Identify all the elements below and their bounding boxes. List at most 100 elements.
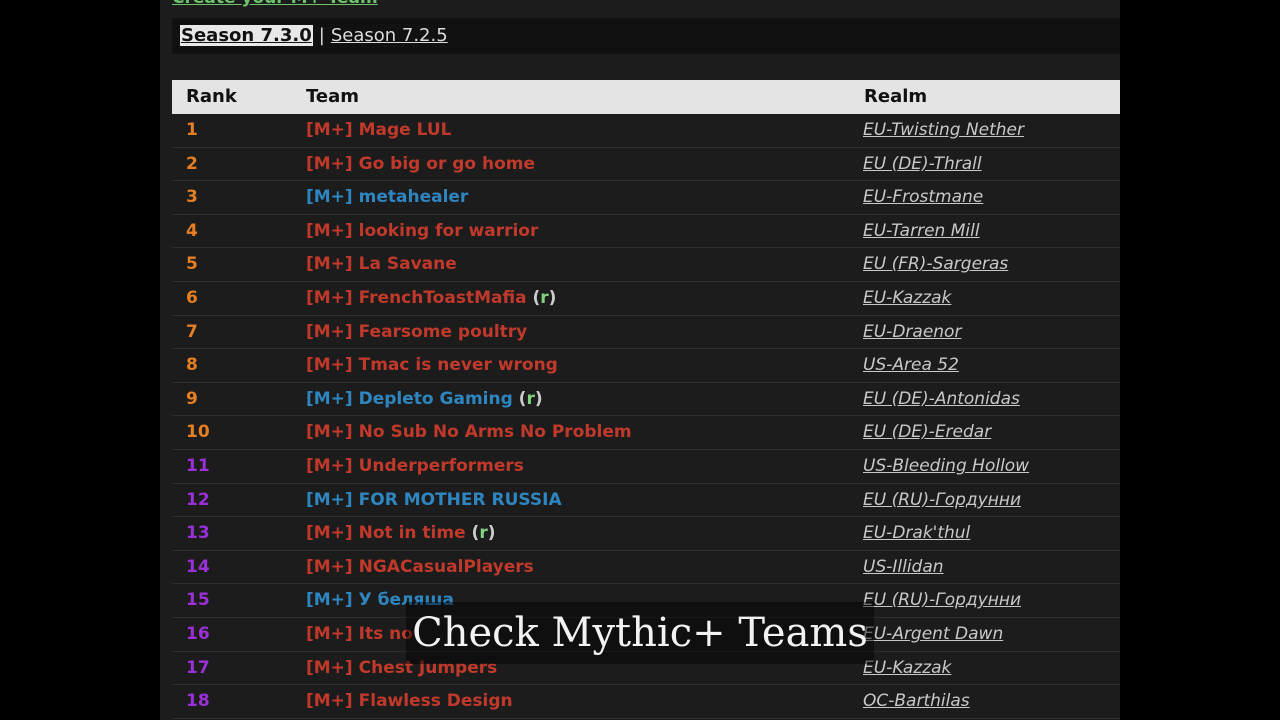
realm-link[interactable]: EU-Draenor (863, 316, 961, 349)
table-row: 7 [M+] Fearsome poultry EU-Draenor (172, 316, 1120, 350)
team-prefix: [M+] (306, 455, 353, 476)
recruiting-tag: (r) (465, 523, 496, 544)
table-row: 2 [M+] Go big or go home EU (DE)-Thrall (172, 148, 1120, 182)
team-link[interactable]: [M+] Mage LUL (306, 114, 452, 147)
team-link[interactable]: [M+] No Sub No Arms No Problem (306, 416, 632, 449)
team-name: Fearsome poultry (358, 321, 528, 342)
rank-cell: 16 (186, 623, 210, 644)
rank-cell: 12 (186, 489, 210, 510)
team-name: Depleto Gaming (358, 388, 513, 409)
team-name: FOR MOTHER RUSSIA (358, 489, 562, 510)
table-row: 12 [M+] FOR MOTHER RUSSIA EU (RU)-Гордунни (172, 484, 1120, 518)
team-link[interactable]: [M+] FOR MOTHER RUSSIA (306, 484, 562, 517)
rank-cell: 18 (186, 691, 210, 712)
team-name: La Savane (358, 254, 457, 275)
table-row: 13 [M+] Not in time (r) EU-Drak'thul (172, 517, 1120, 551)
rank-cell: 9 (186, 388, 198, 409)
team-name: No Sub No Arms No Problem (358, 422, 632, 443)
realm-link[interactable]: EU-Kazzak (863, 652, 951, 685)
team-prefix: [M+] (306, 355, 353, 376)
rank-cell: 10 (186, 422, 210, 443)
create-team-link[interactable]: Create your M+ Team (172, 0, 378, 8)
realm-link[interactable]: EU (FR)-Sargeras (863, 248, 1008, 281)
realm-link[interactable]: EU-Twisting Nether (863, 114, 1024, 147)
realm-link[interactable]: US-Area 52 (863, 349, 959, 382)
season-link-active[interactable]: Season 7.3.0 (180, 25, 313, 46)
table-row: 14 [M+] NGACasualPlayers US-Illidan (172, 551, 1120, 585)
table-row: 11 [M+] Underperformers US-Bleeding Hollow (172, 450, 1120, 484)
season-separator: | (318, 25, 325, 46)
team-prefix: [M+] (306, 153, 353, 174)
team-link[interactable]: [M+] Not in time (r) (306, 517, 496, 550)
team-prefix: [M+] (306, 489, 353, 510)
team-name: Mage LUL (358, 120, 452, 140)
recruiting-tag-letter: r (540, 287, 549, 308)
team-name: looking for warrior (358, 220, 539, 241)
realm-link[interactable]: EU (RU)-Гордунни (863, 584, 1021, 617)
realm-link[interactable]: US-Bleeding Hollow (863, 450, 1029, 483)
realm-link[interactable]: US-Illidan (863, 551, 944, 584)
team-prefix: [M+] (306, 120, 353, 140)
recruiting-tag-letter: r (479, 523, 488, 544)
realm-link[interactable]: EU-Argent Dawn (863, 618, 1003, 651)
rank-cell: 6 (186, 287, 198, 308)
rank-cell: 7 (186, 321, 198, 342)
table-row: 3 [M+] metahealer EU-Frostmane (172, 181, 1120, 215)
recruiting-tag-letter: r (526, 388, 535, 409)
rank-cell: 11 (186, 455, 210, 476)
realm-link[interactable]: EU-Frostmane (863, 181, 983, 214)
team-prefix: [M+] (306, 556, 353, 577)
realm-link[interactable]: OC-Barthilas (863, 685, 970, 718)
team-prefix: [M+] (306, 657, 353, 678)
team-link[interactable]: [M+] La Savane (306, 248, 457, 281)
season-link-previous[interactable]: Season 7.2.5 (331, 25, 448, 46)
team-name: Not in time (358, 523, 466, 544)
realm-link[interactable]: EU (DE)-Thrall (863, 148, 982, 181)
rank-cell: 14 (186, 556, 210, 577)
table-row: 4 [M+] looking for warrior EU-Tarren Mill (172, 215, 1120, 249)
team-name: NGACasualPlayers (358, 556, 534, 577)
rank-cell: 17 (186, 657, 210, 678)
table-row: 9 [M+] Depleto Gaming (r) EU (DE)-Antonida… (172, 383, 1120, 417)
rank-cell: 15 (186, 590, 210, 611)
team-link[interactable]: [M+] metahealer (306, 181, 468, 214)
table-row: 6 [M+] FrenchToastMafia (r) EU-Kazzak (172, 282, 1120, 316)
table-row: 18 [M+] Flawless Design OC-Barthilas (172, 685, 1120, 719)
realm-link[interactable]: EU-Tarren Mill (863, 215, 980, 248)
team-name: FrenchToastMafia (358, 287, 527, 308)
team-prefix: [M+] (306, 590, 353, 611)
video-caption: Check Mythic+ Teams (406, 602, 874, 664)
realm-link[interactable]: EU-Drak'thul (863, 517, 970, 550)
realm-link[interactable]: EU (DE)-Antonidas (863, 383, 1020, 416)
realm-link[interactable]: EU-Kazzak (863, 282, 951, 315)
team-link[interactable]: [M+] Its no (306, 618, 413, 651)
table-row: 5 [M+] La Savane EU (FR)-Sargeras (172, 248, 1120, 282)
team-name: Go big or go home (358, 153, 536, 174)
team-name: Tmac is never wrong (358, 355, 558, 376)
team-name: Flawless Design (358, 691, 513, 712)
team-link[interactable]: [M+] Tmac is never wrong (306, 349, 558, 382)
team-prefix: [M+] (306, 523, 353, 544)
team-link[interactable]: [M+] Flawless Design (306, 685, 513, 718)
team-prefix: [M+] (306, 187, 353, 208)
team-link[interactable]: [M+] Go big or go home (306, 148, 535, 181)
header-team: Team (306, 86, 359, 107)
realm-link[interactable]: EU (DE)-Eredar (863, 416, 991, 449)
header-rank: Rank (186, 86, 237, 107)
team-link[interactable]: [M+] Depleto Gaming (r) (306, 383, 543, 416)
team-prefix: [M+] (306, 220, 353, 241)
realm-link[interactable]: EU (RU)-Гордунни (863, 484, 1021, 517)
team-prefix: [M+] (306, 422, 353, 443)
team-link[interactable]: [M+] Underperformers (306, 450, 524, 483)
team-prefix: [M+] (306, 623, 353, 644)
team-link[interactable]: [M+] FrenchToastMafia (r) (306, 282, 556, 315)
team-link[interactable]: [M+] Fearsome poultry (306, 316, 527, 349)
team-prefix: [M+] (306, 254, 353, 275)
table-row: 10 [M+] No Sub No Arms No Problem EU (DE)-… (172, 416, 1120, 450)
rank-cell: 13 (186, 523, 210, 544)
team-link[interactable]: [M+] looking for warrior (306, 215, 538, 248)
team-link[interactable]: [M+] NGACasualPlayers (306, 551, 534, 584)
rank-cell: 5 (186, 254, 198, 275)
rank-cell: 8 (186, 355, 198, 376)
table-header: Rank Team Realm (172, 80, 1120, 114)
